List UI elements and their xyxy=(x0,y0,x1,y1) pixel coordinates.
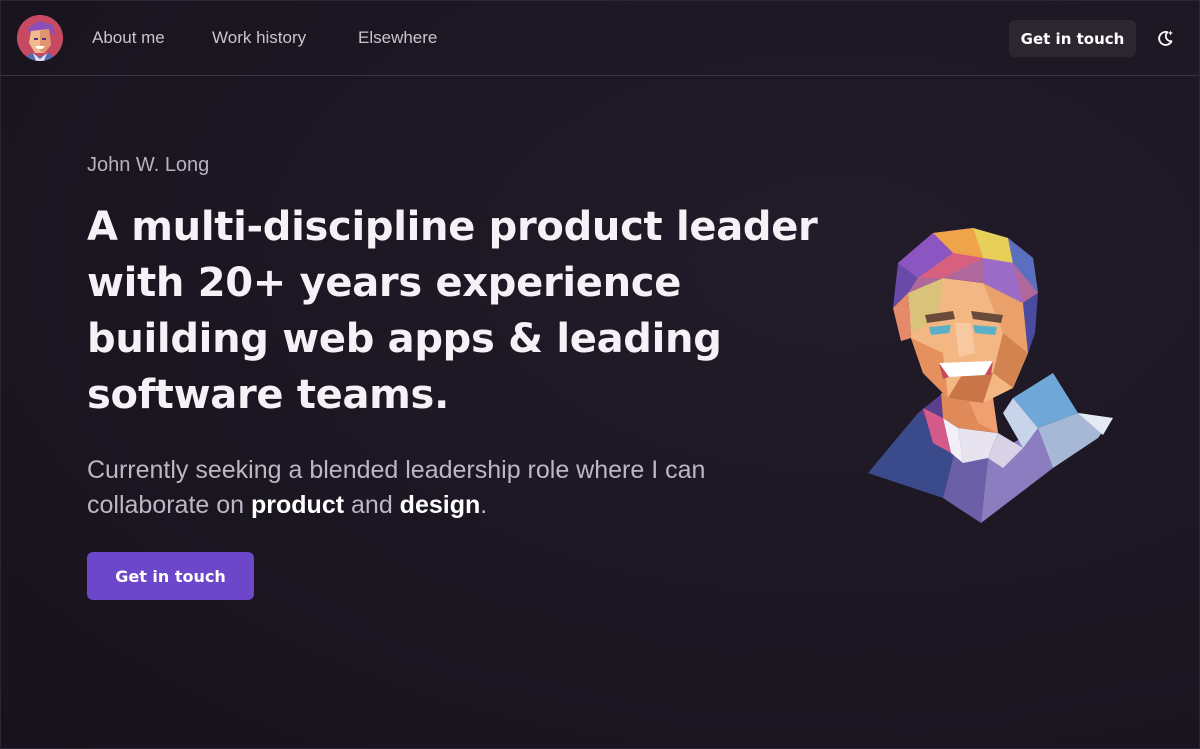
lede-emphasis-design: design xyxy=(399,491,481,519)
lede-emphasis-product: product xyxy=(251,491,345,519)
nav-link-elsewhere[interactable]: Elsewhere xyxy=(358,28,437,48)
avatar[interactable] xyxy=(17,15,63,61)
portrait-illustration xyxy=(868,228,1113,523)
headline-line: A multi-discipline product leader xyxy=(87,204,818,250)
nav-get-in-touch-button[interactable]: Get in touch xyxy=(1009,20,1136,57)
headline-line: software teams. xyxy=(87,372,449,418)
lede-line-1: Currently seeking a blended leadership r… xyxy=(87,456,706,484)
hero-name: John W. Long xyxy=(87,154,210,176)
headline-line: building web apps & leading xyxy=(87,316,722,362)
moon-sparkle-icon xyxy=(1158,30,1173,46)
hero-get-in-touch-button[interactable]: Get in touch xyxy=(87,552,254,600)
page: About me Work history Elsewhere Get in t… xyxy=(0,0,1200,749)
nav-link-work-history[interactable]: Work history xyxy=(212,28,306,48)
lede-text: collaborate on xyxy=(87,491,252,519)
avatar-portrait-icon xyxy=(17,15,63,61)
lede-line-2: collaborate on product and design. xyxy=(87,488,807,523)
top-nav: About me Work history Elsewhere Get in t… xyxy=(1,1,1199,76)
hero-headline: A multi-discipline product leader with 2… xyxy=(87,199,827,423)
lede-text: and xyxy=(344,491,400,519)
theme-toggle-button[interactable] xyxy=(1155,28,1175,48)
hero-lede: Currently seeking a blended leadership r… xyxy=(87,453,807,523)
nav-link-about[interactable]: About me xyxy=(92,28,165,48)
headline-line: with 20+ years experience xyxy=(87,260,682,306)
lede-text: . xyxy=(480,491,488,519)
